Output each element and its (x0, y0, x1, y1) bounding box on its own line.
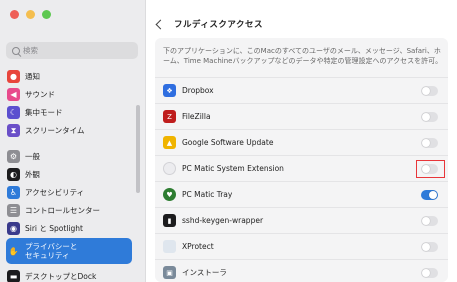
speaker-icon: ◀ (7, 88, 20, 101)
sidebar-item-control-center[interactable]: ☰ コントロールセンター (6, 202, 132, 219)
xprotect-icon (163, 240, 176, 253)
search-input[interactable]: 検索 (6, 42, 138, 59)
dropbox-icon: ❖ (163, 84, 176, 97)
pc-matic-tray-toggle[interactable] (421, 189, 438, 200)
app-row-dropbox: ❖ Dropbox (155, 77, 448, 103)
gear-icon: ⚙ (7, 150, 20, 163)
description-text: 下のアプリケーションに、このMacのすべてのユーザのメール、メッセージ、Safa… (163, 47, 443, 65)
bell-icon: ● (7, 70, 20, 83)
sidebar-item-label: 外観 (25, 170, 40, 179)
app-name: Google Software Update (182, 138, 274, 147)
back-button[interactable] (155, 19, 166, 29)
sshd-toggle[interactable] (421, 215, 438, 226)
moon-icon: ☾ (7, 106, 20, 119)
search-icon (12, 46, 20, 55)
app-row-pc-matic-tray: ♥ PC Matic Tray (155, 181, 448, 207)
sidebar-item-general[interactable]: ⚙ 一般 (6, 148, 132, 165)
control-center-icon: ☰ (7, 204, 20, 217)
sidebar-item-label: 通知 (25, 72, 40, 81)
hand-icon: ✋ (7, 244, 20, 258)
app-row-pc-matic-system-extension: PC Matic System Extension (155, 155, 448, 181)
settings-window: 検索 ● 通知 ◀ サウンド ☾ 集中モード ⧗ スクリーンタイム ⚙ 一般 ◐… (0, 0, 457, 282)
pcmatic-tray-icon: ♥ (163, 188, 176, 201)
app-name: FileZilla (182, 112, 211, 121)
app-name: sshd-keygen-wrapper (182, 216, 264, 225)
terminal-icon: ▮ (163, 214, 176, 227)
sidebar-item-label: 一般 (25, 152, 40, 161)
sidebar-item-label: アクセシビリティ (25, 188, 85, 197)
installer-toggle[interactable] (421, 267, 438, 278)
dock-icon: ▬ (7, 270, 20, 282)
pc-matic-extension-toggle[interactable] (421, 163, 438, 174)
sidebar-item-label: 集中モード (25, 108, 63, 117)
app-name: PC Matic Tray (182, 190, 233, 199)
minimize-button[interactable] (26, 10, 35, 19)
sidebar-scrollbar[interactable] (136, 105, 140, 193)
sidebar-item-label: プライバシーと セキュリティ (25, 242, 78, 260)
sidebar-item-notifications[interactable]: ● 通知 (6, 68, 132, 85)
window-controls (10, 10, 51, 19)
google-update-toggle[interactable] (421, 137, 438, 148)
zoom-button[interactable] (42, 10, 51, 19)
sidebar-item-accessibility[interactable]: ♿ アクセシビリティ (6, 184, 132, 201)
app-name: XProtect (182, 242, 214, 251)
sidebar-item-label: サウンド (25, 90, 55, 99)
filezilla-toggle[interactable] (421, 111, 438, 122)
sidebar-item-focus[interactable]: ☾ 集中モード (6, 104, 132, 121)
siri-icon: ◉ (7, 222, 20, 235)
filezilla-icon: Z (163, 110, 176, 123)
sidebar-item-appearance[interactable]: ◐ 外観 (6, 166, 132, 183)
sidebar-item-sound[interactable]: ◀ サウンド (6, 86, 132, 103)
xprotect-toggle[interactable] (421, 241, 438, 252)
page-title: フルディスクアクセス (174, 20, 263, 30)
sidebar-item-privacy-security[interactable]: ✋ プライバシーと セキュリティ (6, 238, 132, 264)
accessibility-icon: ♿ (7, 186, 20, 199)
header: フルディスクアクセス (155, 18, 263, 30)
sidebar-item-label: スクリーンタイム (25, 126, 85, 135)
app-row-sshd-keygen-wrapper: ▮ sshd-keygen-wrapper (155, 207, 448, 233)
sidebar-item-siri-spotlight[interactable]: ◉ Siri と Spotlight (6, 220, 132, 237)
extension-icon (163, 162, 176, 175)
appearance-icon: ◐ (7, 168, 20, 181)
sidebar: 検索 ● 通知 ◀ サウンド ☾ 集中モード ⧗ スクリーンタイム ⚙ 一般 ◐… (0, 0, 146, 282)
sidebar-item-screen-time[interactable]: ⧗ スクリーンタイム (6, 122, 132, 139)
sidebar-item-desktop-dock[interactable]: ▬ デスクトップとDock (6, 268, 132, 282)
app-row-google-software-update: ▲ Google Software Update (155, 129, 448, 155)
app-name: PC Matic System Extension (182, 164, 284, 173)
app-name: インストーラ (182, 268, 227, 277)
hourglass-icon: ⧗ (7, 124, 20, 137)
sidebar-item-label: デスクトップとDock (25, 272, 97, 281)
app-row-installer: ▣ インストーラ (155, 259, 448, 282)
app-list-panel: 下のアプリケーションに、このMacのすべてのユーザのメール、メッセージ、Safa… (155, 38, 448, 282)
sidebar-item-label: コントロールセンター (25, 206, 100, 215)
close-button[interactable] (10, 10, 19, 19)
dropbox-toggle[interactable] (421, 85, 438, 96)
google-update-icon: ▲ (163, 136, 176, 149)
app-row-xprotect: XProtect (155, 233, 448, 259)
app-row-filezilla: Z FileZilla (155, 103, 448, 129)
installer-icon: ▣ (163, 266, 176, 279)
app-name: Dropbox (182, 86, 214, 95)
search-placeholder: 検索 (23, 46, 38, 55)
main-content: フルディスクアクセス 下のアプリケーションに、このMacのすべてのユーザのメール… (147, 0, 457, 282)
sidebar-item-label: Siri と Spotlight (25, 224, 83, 233)
